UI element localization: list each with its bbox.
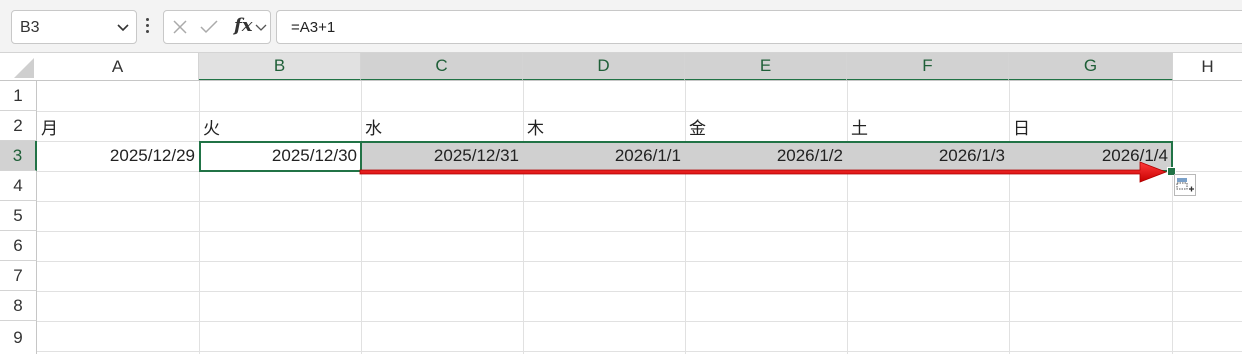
column-header-e[interactable]: E — [685, 53, 847, 81]
formula-text[interactable]: =A3+1 — [291, 19, 335, 36]
formula-bar: B3 fx =A3+1 — [0, 0, 1242, 52]
select-all-button[interactable] — [0, 53, 37, 81]
row-label: 7 — [13, 265, 23, 285]
more-options-icon[interactable] — [146, 18, 150, 36]
row-label: 3 — [12, 145, 23, 165]
gridline — [1172, 81, 1173, 354]
cell-f2[interactable]: 土 — [847, 111, 1009, 141]
row-header-3[interactable]: 3 — [0, 141, 37, 171]
auto-fill-options-icon[interactable] — [1175, 175, 1195, 195]
name-box[interactable]: B3 — [11, 10, 137, 44]
row-header-9[interactable]: 9 — [0, 321, 37, 354]
row-label: 4 — [13, 175, 23, 195]
column-label: D — [597, 56, 610, 75]
name-box-value[interactable]: B3 — [20, 19, 40, 37]
cell-a3[interactable]: 2025/12/29 — [37, 141, 199, 171]
column-label: B — [273, 56, 286, 75]
column-header-c[interactable]: C — [361, 53, 523, 81]
row-label: 2 — [13, 115, 23, 135]
row-header-6[interactable]: 6 — [0, 231, 37, 261]
cell-c3[interactable]: 2025/12/31 — [361, 141, 523, 171]
cell-e3[interactable]: 2026/1/2 — [685, 141, 847, 171]
enter-icon[interactable] — [200, 19, 218, 35]
cell-d2[interactable]: 木 — [523, 111, 685, 141]
cell-e2[interactable]: 金 — [685, 111, 847, 141]
formula-buttons: fx — [163, 10, 271, 44]
gridline — [37, 351, 1242, 352]
formula-input[interactable]: =A3+1 — [276, 10, 1242, 44]
cell-b2[interactable]: 火 — [199, 111, 361, 141]
row-header-7[interactable]: 7 — [0, 261, 37, 291]
row-label: 9 — [13, 327, 23, 347]
row-label: 1 — [13, 85, 23, 105]
insert-function-icon[interactable]: fx — [234, 15, 252, 36]
column-label: G — [1083, 56, 1098, 75]
select-all-triangle-icon[interactable] — [0, 53, 37, 81]
column-header-b[interactable]: B — [199, 53, 361, 81]
column-label: H — [1201, 57, 1214, 76]
column-label: A — [111, 57, 124, 76]
gridline — [37, 201, 1242, 202]
column-label: C — [435, 56, 448, 75]
gridline — [37, 291, 1242, 292]
header-divider — [0, 80, 1242, 81]
cell-d3[interactable]: 2026/1/1 — [523, 141, 685, 171]
row-header-1[interactable]: 1 — [0, 81, 37, 111]
column-header-f[interactable]: F — [847, 53, 1009, 81]
row-header-8[interactable]: 8 — [0, 291, 37, 321]
cell-g2[interactable]: 日 — [1009, 111, 1172, 141]
row-header-4[interactable]: 4 — [0, 171, 37, 201]
column-header-a[interactable]: A — [37, 53, 199, 81]
auto-fill-options-button[interactable] — [1174, 174, 1196, 196]
cell-f3[interactable]: 2026/1/3 — [847, 141, 1009, 171]
row-label: 5 — [13, 205, 23, 225]
gridline — [37, 261, 1242, 262]
row-header-2[interactable]: 2 — [0, 111, 37, 141]
cell-b3[interactable]: 2025/12/30 — [199, 141, 361, 171]
row-label: 8 — [13, 295, 23, 315]
chevron-down-icon[interactable] — [116, 20, 130, 34]
column-label: E — [759, 56, 772, 75]
column-label: F — [922, 56, 933, 75]
column-header-d[interactable]: D — [523, 53, 685, 81]
chevron-down-icon[interactable] — [255, 23, 267, 33]
cell-g3[interactable]: 2026/1/4 — [1009, 141, 1172, 171]
cell-c2[interactable]: 水 — [361, 111, 523, 141]
row-header-5[interactable]: 5 — [0, 201, 37, 231]
column-header-g[interactable]: G — [1009, 53, 1173, 81]
gridline — [37, 321, 1242, 322]
row-label: 6 — [13, 235, 23, 255]
cell-a2[interactable]: 月 — [37, 111, 199, 141]
column-header-h[interactable]: H — [1173, 53, 1242, 81]
gridline — [37, 231, 1242, 232]
cancel-icon[interactable] — [172, 19, 188, 35]
